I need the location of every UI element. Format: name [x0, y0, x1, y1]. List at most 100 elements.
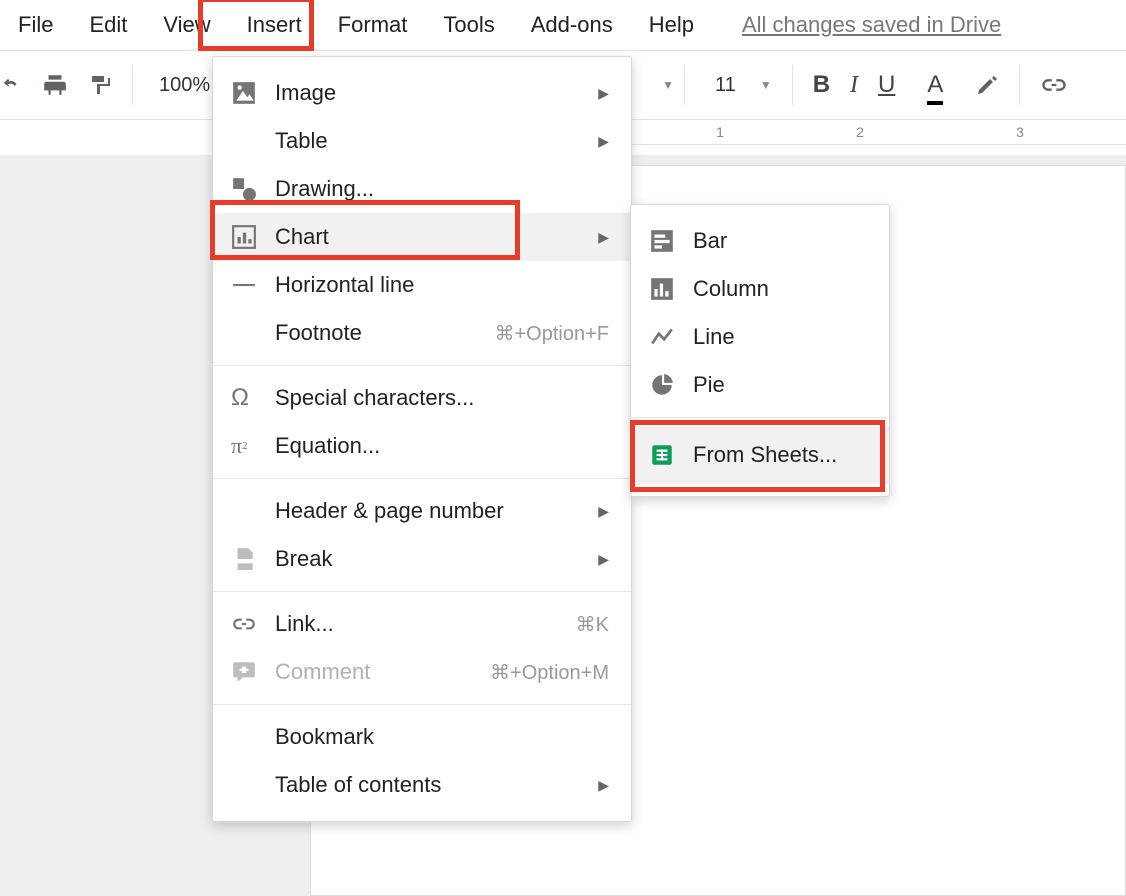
chart-pie[interactable]: Pie — [631, 361, 889, 409]
ruler-mark: 3 — [1016, 124, 1024, 140]
comment-icon — [231, 659, 275, 685]
save-status[interactable]: All changes saved in Drive — [742, 12, 1001, 38]
menu-separator — [213, 591, 631, 592]
insert-link-button[interactable] — [1030, 51, 1078, 119]
footnote-shortcut: ⌘+Option+F — [494, 321, 609, 346]
print-icon[interactable] — [32, 51, 78, 119]
insert-link[interactable]: Link... ⌘K — [213, 600, 631, 648]
menu-edit[interactable]: Edit — [71, 2, 145, 48]
sheets-icon — [649, 442, 693, 468]
chart-column[interactable]: Column — [631, 265, 889, 313]
omega-icon: Ω — [231, 384, 275, 412]
insert-table-label: Table — [275, 128, 588, 154]
insert-link-label: Link... — [275, 611, 576, 637]
ruler: 1 2 3 — [630, 120, 1126, 145]
column-chart-icon — [649, 276, 693, 302]
insert-header-page[interactable]: Header & page number ▶ — [213, 487, 631, 535]
insert-toc[interactable]: Table of contents ▶ — [213, 761, 631, 809]
ruler-mark: 2 — [856, 124, 864, 140]
chevron-down-icon: ▼ — [760, 78, 772, 92]
submenu-arrow-icon: ▶ — [598, 777, 609, 794]
toolbar-separator — [132, 65, 133, 105]
insert-toc-label: Table of contents — [275, 772, 588, 798]
menu-separator — [213, 365, 631, 366]
menu-separator — [631, 417, 889, 418]
menu-format[interactable]: Format — [320, 2, 426, 48]
chart-bar-label: Bar — [693, 228, 867, 254]
highlight-button[interactable] — [965, 51, 1009, 119]
redo-icon[interactable] — [0, 51, 32, 119]
zoom-value: 100% — [153, 74, 216, 97]
insert-header-label: Header & page number — [275, 498, 588, 524]
insert-table[interactable]: Table ▶ — [213, 117, 631, 165]
font-size-dropdown[interactable]: 11 ▼ — [695, 51, 782, 119]
font-size-value: 11 — [705, 74, 754, 97]
link-shortcut: ⌘K — [576, 612, 609, 637]
menu-separator — [213, 704, 631, 705]
insert-drawing[interactable]: Drawing... — [213, 165, 631, 213]
insert-special-chars[interactable]: Ω Special characters... — [213, 374, 631, 422]
insert-image[interactable]: Image ▶ — [213, 69, 631, 117]
submenu-arrow-icon: ▶ — [598, 503, 609, 520]
insert-special-label: Special characters... — [275, 385, 609, 411]
insert-bookmark-label: Bookmark — [275, 724, 609, 750]
submenu-arrow-icon: ▶ — [598, 85, 609, 102]
insert-equation-label: Equation... — [275, 433, 609, 459]
pie-chart-icon — [649, 372, 693, 398]
chart-bar[interactable]: Bar — [631, 217, 889, 265]
image-icon — [231, 80, 275, 106]
toolbar-separator — [684, 65, 685, 105]
menu-help[interactable]: Help — [631, 2, 712, 48]
chart-column-label: Column — [693, 276, 867, 302]
toolbar-separator — [1019, 65, 1020, 105]
chart-line-label: Line — [693, 324, 867, 350]
line-chart-icon — [649, 324, 693, 350]
menu-tools[interactable]: Tools — [425, 2, 512, 48]
insert-chart-label: Chart — [275, 224, 588, 250]
chart-submenu: Bar Column Line Pie From Sheets... — [630, 204, 890, 497]
insert-comment[interactable]: Comment ⌘+Option+M — [213, 648, 631, 696]
menu-view[interactable]: View — [145, 2, 228, 48]
paint-format-icon[interactable] — [78, 51, 122, 119]
text-color-button[interactable]: A — [917, 51, 953, 119]
insert-dropdown: Image ▶ Table ▶ Drawing... Chart ▶ Horiz… — [212, 56, 632, 822]
insert-horizontal-line[interactable]: Horizontal line — [213, 261, 631, 309]
horizontal-line-icon — [231, 272, 275, 298]
submenu-arrow-icon: ▶ — [598, 133, 609, 150]
break-icon — [231, 546, 275, 572]
drawing-icon — [231, 176, 275, 202]
menu-separator — [213, 478, 631, 479]
submenu-arrow-icon: ▶ — [598, 229, 609, 246]
insert-equation[interactable]: π2 Equation... — [213, 422, 631, 470]
chart-pie-label: Pie — [693, 372, 867, 398]
insert-comment-label: Comment — [275, 659, 490, 685]
text-color-label: A — [927, 71, 943, 99]
chevron-down-icon[interactable]: ▼ — [662, 78, 674, 92]
submenu-arrow-icon: ▶ — [598, 551, 609, 568]
toolbar-separator — [792, 65, 793, 105]
underline-button[interactable]: U — [868, 51, 905, 119]
insert-footnote-label: Footnote — [275, 320, 494, 346]
italic-button[interactable]: I — [840, 51, 868, 119]
chart-from-sheets[interactable]: From Sheets... — [631, 426, 889, 484]
insert-break[interactable]: Break ▶ — [213, 535, 631, 583]
insert-break-label: Break — [275, 546, 588, 572]
chart-icon — [231, 224, 275, 250]
insert-bookmark[interactable]: Bookmark — [213, 713, 631, 761]
chart-sheets-label: From Sheets... — [693, 442, 867, 468]
insert-hline-label: Horizontal line — [275, 272, 609, 298]
insert-chart[interactable]: Chart ▶ — [213, 213, 631, 261]
menubar: File Edit View Insert Format Tools Add-o… — [0, 0, 1126, 50]
bold-button[interactable]: B — [803, 51, 840, 119]
comment-shortcut: ⌘+Option+M — [490, 660, 609, 685]
chart-line[interactable]: Line — [631, 313, 889, 361]
insert-footnote[interactable]: Footnote ⌘+Option+F — [213, 309, 631, 357]
menu-addons[interactable]: Add-ons — [513, 2, 631, 48]
bar-chart-icon — [649, 228, 693, 254]
ruler-mark: 1 — [716, 124, 724, 140]
pi-icon: π2 — [231, 433, 275, 459]
menu-file[interactable]: File — [0, 2, 71, 48]
insert-image-label: Image — [275, 80, 588, 106]
link-icon — [231, 611, 275, 637]
menu-insert[interactable]: Insert — [229, 2, 320, 48]
